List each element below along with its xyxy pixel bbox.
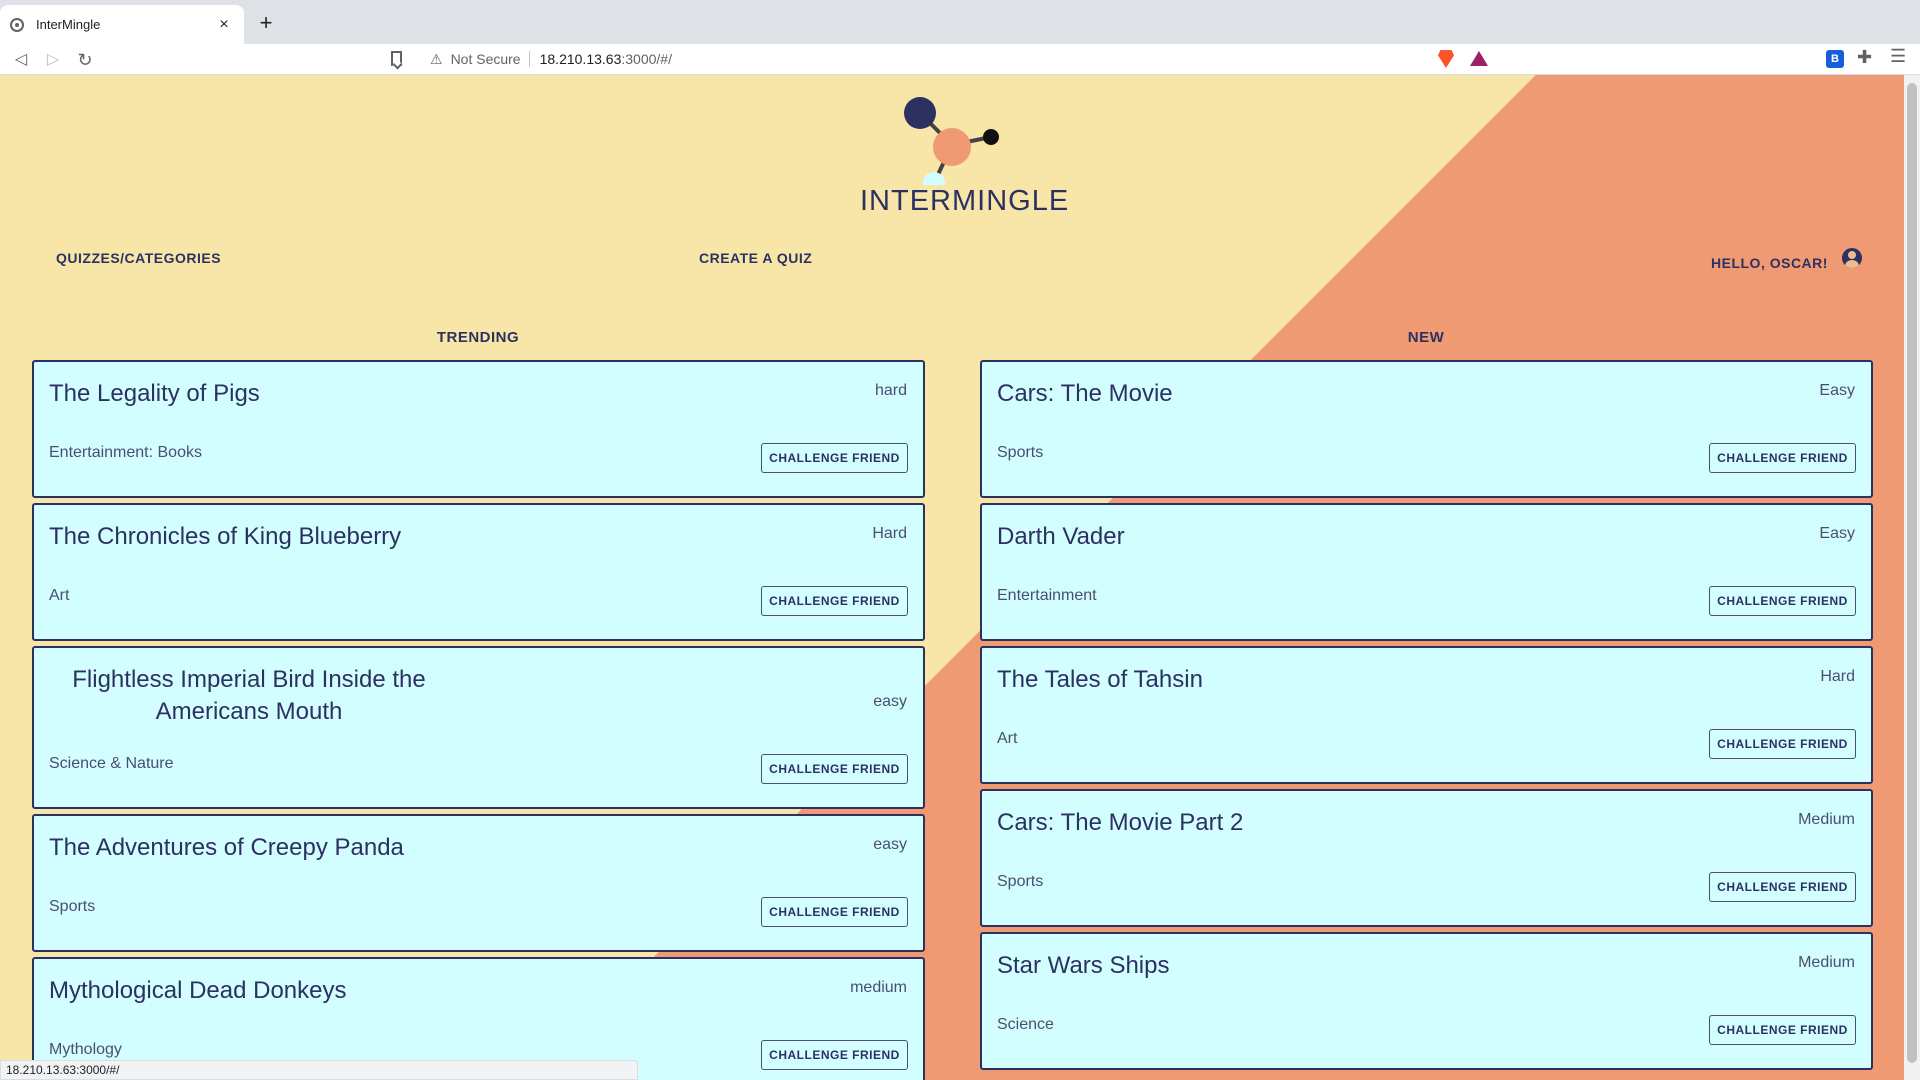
bitwarden-icon[interactable]: B <box>1826 50 1844 68</box>
tab-title: InterMingle <box>36 17 101 32</box>
challenge-friend-button[interactable]: CHALLENGE FRIEND <box>761 754 908 784</box>
quiz-category: Sports <box>997 444 1044 461</box>
forward-icon[interactable]: ▷ <box>41 48 65 72</box>
quiz-difficulty: easy <box>873 693 907 710</box>
logo-text: INTERMINGLE <box>860 185 1070 217</box>
nav-quizzes-categories[interactable]: QUIZZES/CATEGORIES <box>56 250 221 266</box>
challenge-friend-button[interactable]: CHALLENGE FRIEND <box>1709 729 1856 759</box>
quiz-difficulty: Easy <box>1819 525 1855 542</box>
not-secure-label[interactable]: Not Secure <box>451 51 530 67</box>
challenge-friend-button[interactable]: CHALLENGE FRIEND <box>1709 443 1856 473</box>
new-heading: NEW <box>1407 329 1445 346</box>
challenge-friend-button[interactable]: CHALLENGE FRIEND <box>1709 586 1856 616</box>
url-host: 18.210.13.63 <box>539 51 622 67</box>
quiz-card-trending[interactable]: The Chronicles of King Blueberry Hard Ar… <box>32 503 925 641</box>
quiz-title: The Adventures of Creepy Panda <box>49 834 404 861</box>
tab-bar: InterMingle × + <box>0 0 1920 44</box>
molecule-icon <box>904 97 999 194</box>
intermingle-logo[interactable]: INTERMINGLE <box>860 85 1070 217</box>
menu-icon[interactable]: ☰ <box>1890 46 1906 67</box>
quiz-difficulty: medium <box>850 979 907 996</box>
quiz-difficulty: Medium <box>1798 811 1855 828</box>
quiz-category: Art <box>997 730 1018 747</box>
quiz-card-trending[interactable]: Flightless Imperial Bird Inside the Amer… <box>32 646 925 809</box>
quiz-difficulty: Medium <box>1798 954 1855 971</box>
quiz-title: Flightless Imperial Bird Inside the Amer… <box>72 666 426 725</box>
bookmark-icon[interactable] <box>391 51 402 66</box>
quiz-title: Mythological Dead Donkeys <box>49 977 347 1004</box>
quiz-title: The Tales of Tahsin <box>997 666 1203 693</box>
challenge-friend-button[interactable]: CHALLENGE FRIEND <box>761 443 908 473</box>
quiz-card-new[interactable]: Darth Vader Easy Entertainment CHALLENGE… <box>980 503 1873 641</box>
quiz-category: Science <box>997 1016 1054 1033</box>
user-greeting: HELLO, OSCAR! <box>1711 255 1828 271</box>
nav-create-quiz[interactable]: CREATE A QUIZ <box>699 250 812 266</box>
quiz-difficulty: Easy <box>1819 382 1855 399</box>
brave-rewards-icon[interactable] <box>1470 51 1488 66</box>
link-status-bar: 18.210.13.63:3000/#/ <box>0 1060 638 1080</box>
close-tab-icon[interactable]: × <box>214 16 234 34</box>
scrollbar-thumb[interactable] <box>1907 83 1917 1063</box>
quiz-card-new[interactable]: Star Wars Ships Medium Science CHALLENGE… <box>980 932 1873 1070</box>
challenge-friend-button[interactable]: CHALLENGE FRIEND <box>1709 872 1856 902</box>
quiz-title: Darth Vader <box>997 523 1125 550</box>
quiz-title: Cars: The Movie <box>997 380 1173 407</box>
quiz-category: Sports <box>49 898 96 915</box>
quiz-category: Mythology <box>49 1041 122 1058</box>
quiz-title: The Legality of Pigs <box>49 380 260 407</box>
quiz-category: Entertainment <box>997 587 1097 604</box>
browser-tab[interactable]: InterMingle × <box>0 5 244 44</box>
globe-icon <box>10 17 24 32</box>
challenge-friend-button[interactable]: CHALLENGE FRIEND <box>761 897 908 927</box>
quiz-title: The Chronicles of King Blueberry <box>49 523 402 550</box>
quiz-card-new[interactable]: Cars: The Movie Easy Sports CHALLENGE FR… <box>980 360 1873 498</box>
address-bar[interactable]: ⚠ Not Secure 18.210.13.63:3000/#/ <box>420 44 1500 74</box>
quiz-category: Sports <box>997 873 1044 890</box>
challenge-friend-button[interactable]: CHALLENGE FRIEND <box>761 1040 908 1070</box>
page-scrollbar[interactable] <box>1904 75 1920 1080</box>
challenge-friend-button[interactable]: CHALLENGE FRIEND <box>761 586 908 616</box>
quiz-title: Star Wars Ships <box>997 952 1170 979</box>
quiz-difficulty: hard <box>874 382 907 399</box>
browser-toolbar: ◁ ▷ ↻ ⚠ Not Secure 18.210.13.63:3000/#/ … <box>0 44 1920 75</box>
page-viewport: INTERMINGLE QUIZZES/CATEGORIES CREATE A … <box>0 75 1920 1080</box>
quiz-difficulty: easy <box>873 836 907 853</box>
quiz-difficulty: Hard <box>872 525 907 542</box>
extensions-icon[interactable]: ✚ <box>1857 47 1872 68</box>
warning-icon: ⚠ <box>430 50 443 67</box>
account-icon[interactable] <box>1842 248 1862 268</box>
quiz-title: Cars: The Movie Part 2 <box>997 809 1244 836</box>
new-tab-button[interactable]: + <box>252 10 280 38</box>
url-text[interactable]: 18.210.13.63:3000/#/ <box>540 51 1500 67</box>
quiz-category: Entertainment: Books <box>49 444 202 461</box>
reload-icon[interactable]: ↻ <box>73 48 97 72</box>
quiz-card-new[interactable]: The Tales of Tahsin Hard Art CHALLENGE F… <box>980 646 1873 784</box>
quiz-card-trending[interactable]: The Legality of Pigs hard Entertainment:… <box>32 360 925 498</box>
quiz-category: Science & Nature <box>49 755 174 772</box>
challenge-friend-button[interactable]: CHALLENGE FRIEND <box>1709 1015 1856 1045</box>
quiz-card-trending[interactable]: The Adventures of Creepy Panda easy Spor… <box>32 814 925 952</box>
back-icon[interactable]: ◁ <box>9 48 33 72</box>
quiz-difficulty: Hard <box>1820 668 1855 685</box>
quiz-card-new[interactable]: Cars: The Movie Part 2 Medium Sports CHA… <box>980 789 1873 927</box>
quiz-category: Art <box>49 587 70 604</box>
trending-heading: TRENDING <box>436 329 520 346</box>
url-path: :3000/#/ <box>621 51 672 67</box>
